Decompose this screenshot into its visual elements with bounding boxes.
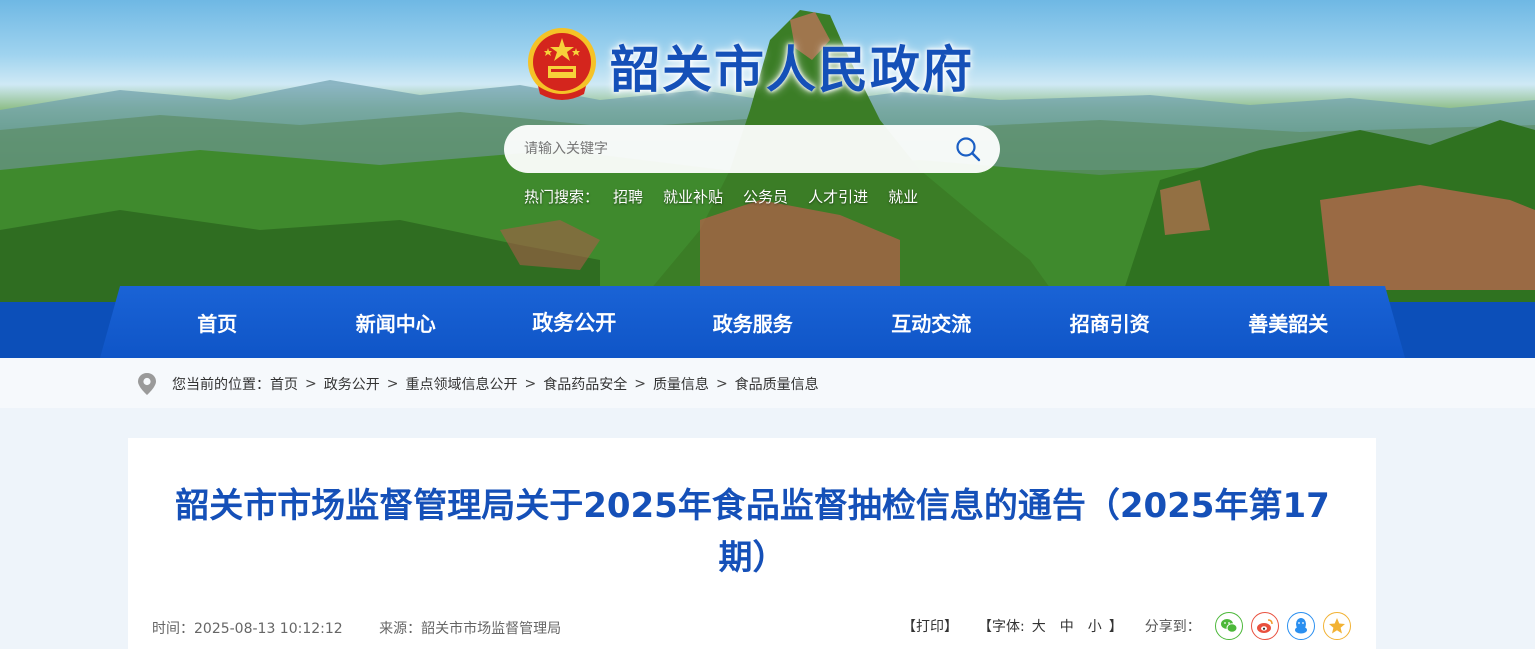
search-box [504,125,1000,173]
article-source: 来源：韶关市市场监督管理局 [379,621,562,637]
hot-term-link[interactable]: 公务员 [743,186,788,207]
main-nav: 首页 新闻中心 政务公开 政务服务 互动交流 招商引资 善美韶关 [128,286,1378,358]
nav-item-government-affairs[interactable]: 政务公开 [485,286,664,358]
header-banner: 韶关市人民政府 热门搜索： 招聘 就业补贴 公务员 人才引进 就业 [0,0,1535,302]
breadcrumb-separator: > [634,376,646,392]
hot-term-link[interactable]: 就业补贴 [663,186,723,207]
font-small-button[interactable]: 小 [1088,616,1102,636]
breadcrumb: 您当前的位置： 首页 > 政务公开 > 重点领域信息公开 > 食品药品安全 > … [136,372,819,396]
nav-item-home[interactable]: 首页 [128,286,307,358]
breadcrumb-separator: > [715,376,728,392]
nav-item-news[interactable]: 新闻中心 [307,286,486,358]
search-icon[interactable] [954,135,982,163]
article-tools: 【打印】 【字体: 大 中 小 】 分享到： [902,612,1351,640]
breadcrumb-separator: > [386,376,399,392]
article-title: 韶关市市场监督管理局关于2025年食品监督抽检信息的通告（2025年第17期） [175,486,1330,578]
weibo-icon[interactable] [1250,612,1279,640]
breadcrumb-prefix: 您当前的位置： [172,377,270,393]
hot-search: 热门搜索： 招聘 就业补贴 公务员 人才引进 就业 [524,186,938,207]
hot-term-link[interactable]: 人才引进 [808,186,868,207]
qzone-icon[interactable] [1322,612,1351,640]
breadcrumb-link[interactable]: 首页 [270,374,298,394]
search-input[interactable] [524,141,954,157]
nav-item-interaction[interactable]: 互动交流 [842,286,1021,358]
nav-item-investment[interactable]: 招商引资 [1021,286,1200,358]
font-large-button[interactable]: 大 [1032,616,1046,636]
print-button[interactable]: 【打印】 [902,616,958,636]
breadcrumb-link[interactable]: 食品质量信息 [735,374,819,394]
breadcrumb-link[interactable]: 质量信息 [653,374,709,394]
font-size-label: 【字体: [978,619,1025,635]
font-size-bracket: 】 [1108,619,1123,635]
breadcrumb-link[interactable]: 食品药品安全 [543,374,627,394]
wechat-icon[interactable] [1214,612,1243,640]
qq-icon[interactable] [1286,612,1315,640]
location-pin-icon [138,373,156,395]
share-label: 分享到： [1144,619,1201,635]
article-meta: 时间：2025-08-13 10:12:12 来源：韶关市市场监督管理局 [152,618,561,638]
font-medium-button[interactable]: 中 [1060,616,1074,636]
breadcrumb-link[interactable]: 政务公开 [324,374,380,394]
nav-item-shaoguan[interactable]: 善美韶关 [1199,286,1378,358]
breadcrumb-separator: > [524,376,537,392]
hot-term-link[interactable]: 就业 [888,186,918,207]
breadcrumb-link[interactable]: 重点领域信息公开 [405,374,517,394]
nav-item-services[interactable]: 政务服务 [664,286,843,358]
hot-search-label: 热门搜索： [524,188,600,206]
site-title: 韶关市人民政府 [610,41,974,99]
national-emblem-icon [528,28,596,100]
breadcrumb-separator: > [305,376,317,392]
publish-time: 时间：2025-08-13 10:12:12 [152,621,343,637]
hot-term-link[interactable]: 招聘 [613,186,643,207]
